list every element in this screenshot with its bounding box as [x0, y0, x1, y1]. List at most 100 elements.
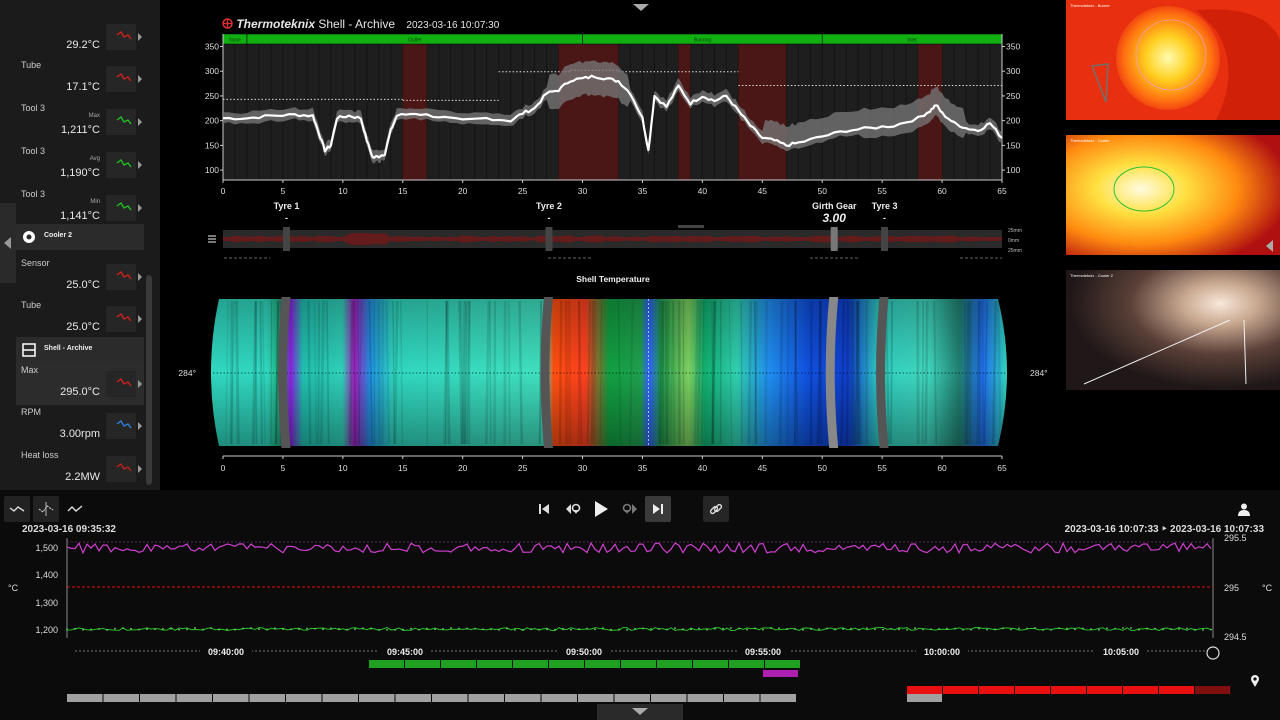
green-series-point	[930, 628, 932, 631]
sidebar-scrollbar[interactable]	[146, 275, 152, 485]
shell-texture	[558, 300, 563, 445]
sensor-row[interactable]: Heat loss 2.2MW	[16, 448, 144, 490]
camera-cooler[interactable]: Thermoteknix - Cooler	[1066, 135, 1280, 255]
left-tick-label: 1,200	[35, 625, 58, 635]
profile-chart[interactable]: Nose Outlet Burning Inlet100 100150 150200 200…	[205, 33, 1021, 196]
event-bar-gray	[724, 694, 760, 702]
right-tick-label: 295.5	[1224, 533, 1247, 543]
chevron-right-icon[interactable]	[137, 456, 143, 482]
y-tick-label-right: 200	[1006, 116, 1020, 126]
sparkline-button[interactable]	[106, 306, 136, 332]
camera-burner[interactable]: Thermoteknix - Burner	[1066, 0, 1280, 120]
green-series-point	[66, 628, 68, 630]
sensor-row[interactable]: Sensor 25.0°C	[16, 256, 144, 298]
sparkline-button[interactable]	[106, 371, 136, 397]
camera-title: Thermoteknix - Cooler	[1070, 138, 1110, 143]
event-bar-gray	[286, 694, 322, 702]
camera-cooler-2[interactable]: Thermoteknix - Cooler 2	[1066, 270, 1280, 390]
event-bar-gray	[468, 694, 504, 702]
chevron-right-icon[interactable]	[137, 413, 143, 439]
sparkline-icon	[116, 72, 132, 82]
sparkline-icon	[116, 30, 132, 40]
green-series-point	[210, 627, 212, 630]
sensor-row[interactable]: RPM 3.00rpm	[16, 405, 144, 447]
sensor-row[interactable]: 29.2°C	[16, 16, 144, 58]
green-series-point	[1058, 627, 1060, 630]
sparkline-button[interactable]	[106, 413, 136, 439]
green-series-point	[1146, 627, 1148, 630]
sidebar-collapse-button[interactable]	[0, 203, 16, 283]
location-pin-icon[interactable]	[1249, 674, 1261, 688]
green-series-point	[114, 627, 116, 630]
y-tick-label: 350	[205, 41, 219, 51]
green-series-point	[658, 628, 660, 630]
green-series-point	[978, 627, 980, 630]
green-series-point	[1026, 627, 1028, 630]
ovality-strip[interactable]: Tyre 1 - Tyre 2 - Tyre 3 - Girth Gear3.00 25mm 0…	[208, 201, 1022, 259]
chevron-right-icon[interactable]	[137, 306, 143, 332]
green-series-point	[1210, 628, 1212, 631]
sensor-group-header[interactable]: Cooler 2	[16, 224, 144, 250]
sensor-row[interactable]: Tool 3 Max 1,211°C	[16, 101, 144, 143]
green-series-point	[1098, 628, 1100, 631]
shell-texture	[373, 300, 376, 445]
x-tick-label: 45	[758, 186, 768, 196]
event-bar-green	[657, 660, 692, 668]
left-unit-label: °C	[8, 583, 19, 593]
sensor-row[interactable]: Tube 25.0°C	[16, 298, 144, 340]
green-series-point	[626, 628, 628, 631]
chevron-right-icon[interactable]	[137, 152, 143, 178]
shell-temperature-chart[interactable]: Shell Temperature 284° 284° 0 5 10 15 20 25 30 35 4…	[178, 274, 1047, 473]
event-bar-red	[1087, 686, 1122, 694]
shell-x-tick-label: 60	[937, 463, 947, 473]
green-series-point	[170, 627, 172, 630]
main-charts: Nose Outlet Burning Inlet100 100150 150200 200…	[178, 33, 1048, 473]
green-series-point	[426, 627, 428, 630]
shell-texture	[317, 300, 321, 445]
sparkline-button[interactable]	[106, 195, 136, 221]
event-bar-gray	[103, 694, 139, 702]
sparkline-button[interactable]	[106, 66, 136, 92]
camera-panel-collapse-button[interactable]	[1266, 240, 1273, 252]
green-series-point	[1034, 627, 1036, 629]
shell-x-tick-label: 45	[758, 463, 768, 473]
event-bar-gray	[541, 694, 577, 702]
event-bar-red	[979, 686, 1014, 694]
chevron-right-icon[interactable]	[137, 24, 143, 50]
sparkline-button[interactable]	[106, 456, 136, 482]
chevron-right-icon[interactable]	[137, 371, 143, 397]
sensor-row[interactable]: Tool 3 Avg 1,190°C	[16, 144, 144, 186]
green-series-point	[586, 627, 588, 630]
sparkline-button[interactable]	[106, 24, 136, 50]
green-series-point	[954, 627, 956, 630]
chevron-right-icon[interactable]	[137, 109, 143, 135]
tyre-marker	[283, 227, 291, 251]
shell-texture	[916, 300, 920, 445]
sensor-group-header[interactable]: Shell - Archive	[16, 337, 144, 363]
sector-column	[499, 44, 511, 180]
chevron-right-icon[interactable]	[137, 195, 143, 221]
timeline-collapse-button[interactable]	[597, 704, 683, 720]
shell-x-tick-label: 65	[997, 463, 1007, 473]
sparkline-button[interactable]	[106, 152, 136, 178]
sensor-row[interactable]: Max 295.0°C	[16, 363, 144, 405]
timeline-handle	[1206, 646, 1220, 660]
y-tick-label: 150	[205, 140, 219, 150]
shell-texture	[664, 300, 668, 445]
green-series-point	[1018, 627, 1020, 630]
sensor-row[interactable]: Tube 17.1°C	[16, 58, 144, 100]
green-series-point	[90, 628, 92, 631]
y-tick-label-right: 100	[1006, 165, 1020, 175]
green-series-point	[306, 627, 308, 630]
sector-column	[487, 44, 499, 180]
ovality-scale-label: 25mm	[1008, 248, 1022, 254]
chevron-right-icon[interactable]	[137, 66, 143, 92]
green-series-point	[482, 628, 484, 631]
chevron-right-icon[interactable]	[137, 264, 143, 290]
sparkline-button[interactable]	[106, 264, 136, 290]
trend-chart[interactable]: 1,500 1,400 1,300 1,200 295.5 295 294.5 °C °C 09:…	[0, 490, 1280, 720]
green-series-point	[514, 629, 516, 631]
green-series-point	[594, 628, 596, 631]
sensor-row[interactable]: Tool 3 Min 1,141°C	[16, 187, 144, 229]
sparkline-button[interactable]	[106, 109, 136, 135]
